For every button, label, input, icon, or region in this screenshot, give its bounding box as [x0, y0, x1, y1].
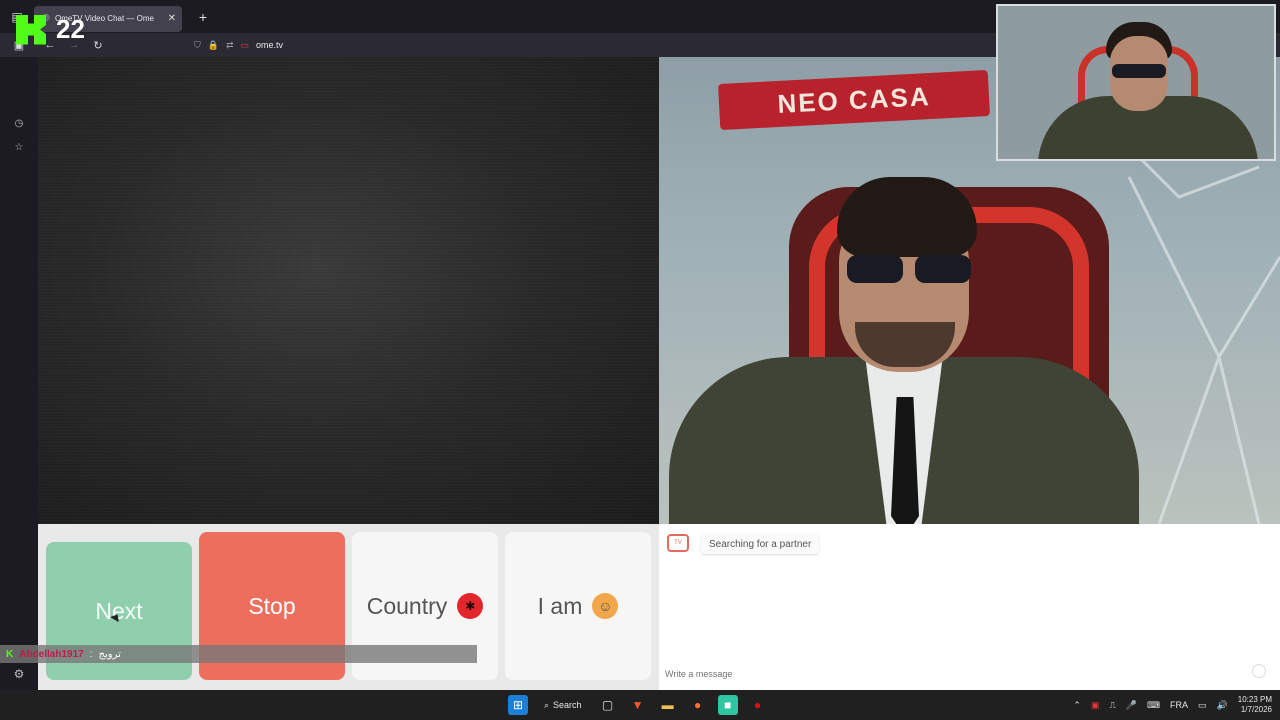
kick-logo-icon — [16, 14, 46, 45]
viewer-count: 22 — [56, 14, 85, 44]
clock-time: 10:23 PM — [1237, 695, 1272, 704]
chat-username: Abdellah1917 — [19, 648, 84, 660]
task-view-icon[interactable]: ▢ — [598, 695, 618, 715]
brave-icon[interactable]: ▼ — [628, 695, 648, 715]
microphone-icon[interactable]: 🎤 — [1126, 700, 1137, 711]
kick-viewer-counter: 22 — [16, 14, 85, 45]
screen: ▤ 🔊 OmeTV Video Chat — Ome ✕ + ▣ ← → ↻ ⛉… — [0, 0, 1280, 720]
file-explorer-icon[interactable]: ▬ — [658, 695, 678, 715]
search-label: Search — [553, 700, 582, 710]
status-message: Searching for a partner — [701, 534, 820, 554]
close-tab-icon[interactable]: ✕ — [168, 13, 176, 24]
stranger-video — [38, 57, 659, 524]
reload-icon[interactable]: ↻ — [86, 33, 110, 57]
firefox-icon[interactable]: ● — [688, 695, 708, 715]
country-label: Country — [366, 592, 448, 619]
clock-date: 1/7/2026 — [1240, 705, 1272, 714]
stream-chat-message: K Abdellah1917 : ترويج — [0, 645, 477, 663]
browser-sidebar: ◷ ☆ — [0, 57, 38, 690]
message-input[interactable] — [665, 664, 1245, 684]
settings-gear-icon[interactable]: ⚙ — [0, 662, 38, 686]
person-hair — [837, 177, 977, 257]
send-icon[interactable] — [1252, 664, 1266, 678]
lock-icon[interactable]: 🔒 — [208, 40, 219, 51]
windows-taskbar: ⊞ ⌕ Search ▢ ▼ ▬ ● ■ ● ⌃ ▣ ⎍ 🎤 ⌨ FRA ▭ 🔊… — [0, 690, 1280, 720]
gender-button[interactable]: I am ☺ — [505, 532, 651, 680]
taskbar-search[interactable]: ⌕ Search — [538, 694, 588, 716]
url-text: ome.tv — [256, 40, 284, 50]
keyboard-icon[interactable]: ⌨ — [1147, 700, 1160, 711]
search-icon: ⌕ — [544, 699, 550, 710]
usb-icon[interactable]: ⎍ — [1109, 700, 1115, 711]
ometv-logo-icon: TV — [667, 534, 689, 552]
network-icon[interactable]: ▭ — [1198, 700, 1207, 711]
history-icon[interactable]: ◷ — [0, 111, 38, 135]
chat-separator: : — [89, 648, 93, 660]
sunglasses — [847, 255, 975, 283]
static-noise — [38, 57, 659, 524]
kick-badge-icon: K — [6, 648, 14, 660]
camera-permission-icon[interactable]: ▭ — [241, 40, 250, 51]
boy-emoji-icon: ☺ — [592, 593, 619, 619]
flag-icon: ✱ — [457, 593, 484, 619]
chat-panel: TV Searching for a partner — [659, 524, 1280, 690]
controls-panel: Next Stop Country ✱ I am ☺ — [38, 524, 659, 690]
bookmarks-icon[interactable]: ☆ — [0, 135, 38, 159]
volume-icon[interactable]: 🔊 — [1217, 700, 1228, 711]
shield-icon[interactable]: ⛉ — [194, 40, 201, 51]
clock[interactable]: 10:23 PM 1/7/2026 — [1238, 695, 1272, 715]
tray-app-icon[interactable]: ▣ — [1091, 700, 1100, 711]
new-tab-button[interactable]: + — [190, 4, 216, 30]
start-icon[interactable]: ⊞ — [508, 695, 528, 715]
chat-text: ترويج — [98, 648, 121, 660]
iam-label: I am — [537, 592, 583, 619]
tray-chevron-icon[interactable]: ⌃ — [1073, 700, 1081, 711]
obs-red-icon[interactable]: ● — [748, 695, 768, 715]
streamer-webcam — [996, 4, 1276, 161]
permissions-icon[interactable]: ⇄ — [226, 40, 234, 51]
url-bar[interactable]: ⛉ 🔒 ⇄ ▭ ome.tv — [194, 40, 283, 51]
pip-sunglasses — [1112, 64, 1166, 78]
app-green-icon[interactable]: ■ — [717, 695, 738, 715]
language-indicator[interactable]: FRA — [1170, 700, 1188, 710]
